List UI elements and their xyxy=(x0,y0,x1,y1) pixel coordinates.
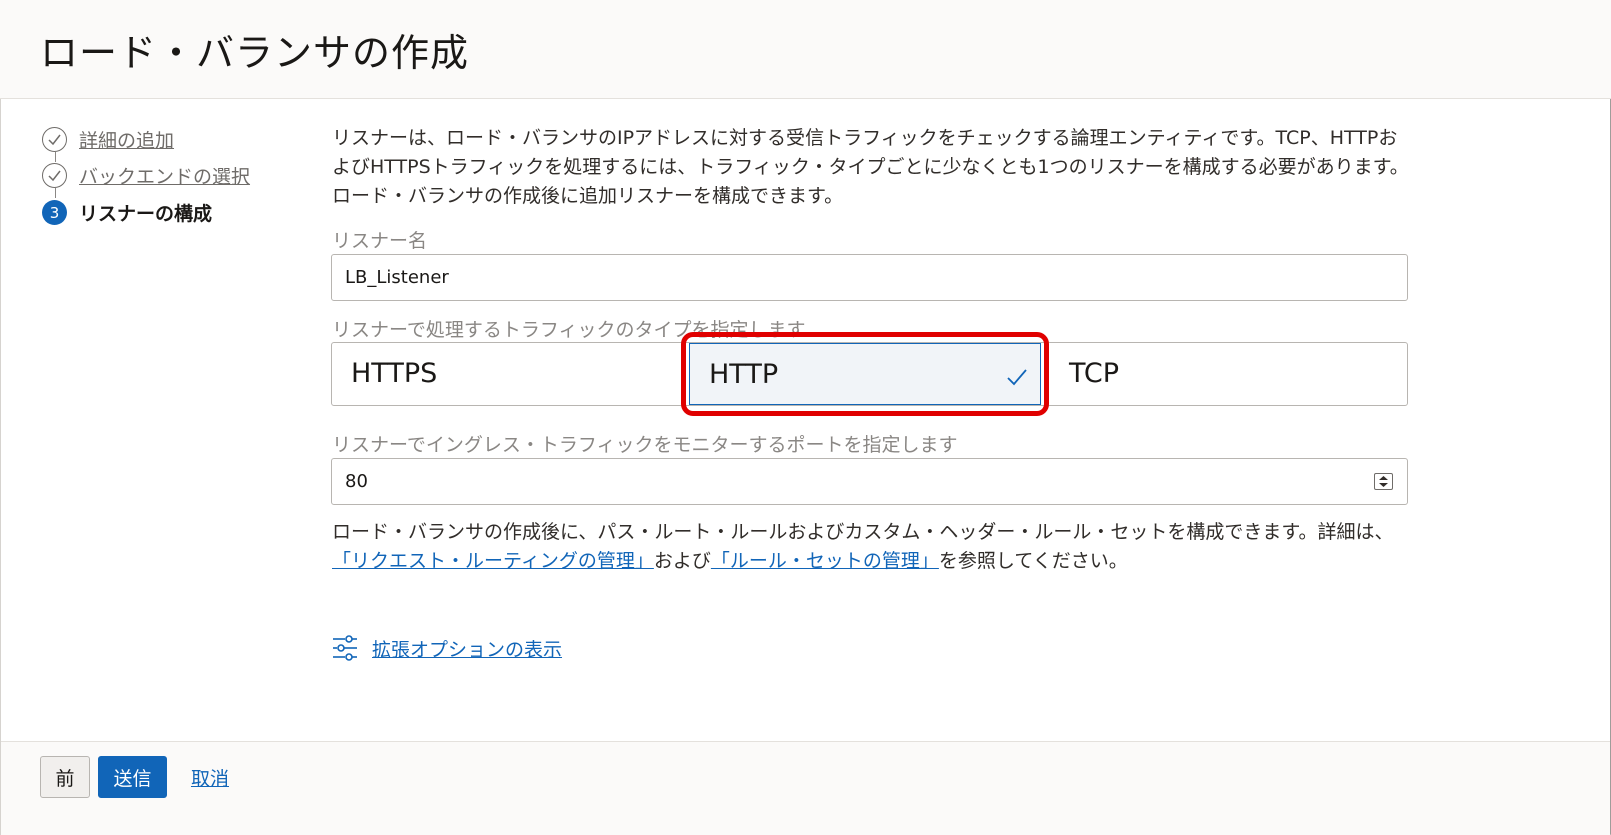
footer-bar xyxy=(1,741,1610,835)
cancel-button[interactable]: 取消 xyxy=(180,756,240,798)
step-connector xyxy=(55,152,56,162)
request-routing-link[interactable]: 「リクエスト・ルーティングの管理」 xyxy=(332,550,654,572)
page-title: ロード・バランサの作成 xyxy=(40,31,470,75)
port-label: リスナーでイングレス・トラフィックをモニターするポートを指定します xyxy=(332,434,958,456)
previous-button[interactable]: 前 xyxy=(40,756,90,798)
rule-sets-link[interactable]: 「ルール・セットの管理」 xyxy=(711,550,939,572)
step-select-backends[interactable]: バックエンドの選択 xyxy=(42,162,250,189)
annotation-highlight-box xyxy=(681,332,1049,416)
step-label: リスナーの構成 xyxy=(79,203,213,225)
note-text: を参照してください。 xyxy=(938,550,1128,572)
page-header: ロード・バランサの作成 xyxy=(0,0,1611,99)
step-configure-listener: 3 リスナーの構成 xyxy=(42,199,212,226)
spinner-arrows-icon xyxy=(1379,476,1388,487)
port-value: 80 xyxy=(345,471,368,492)
step-connector xyxy=(55,188,56,198)
sliders-icon xyxy=(333,635,357,661)
listener-description: リスナーは、ロード・バランサのIPアドレスに対する受信トラフィックをチェックする… xyxy=(332,127,1409,207)
port-input[interactable]: 80 xyxy=(331,458,1408,505)
number-spinner[interactable] xyxy=(1374,473,1393,490)
listener-name-input[interactable]: LB_Listener xyxy=(331,254,1408,301)
listener-name-label: リスナー名 xyxy=(332,230,428,252)
step-number-badge: 3 xyxy=(42,200,67,225)
show-advanced-options[interactable]: 拡張オプションの表示 xyxy=(332,634,562,662)
step-label[interactable]: 詳細の追加 xyxy=(79,126,174,153)
check-circle-icon xyxy=(42,163,67,188)
traffic-option-tcp[interactable]: TCP xyxy=(1050,343,1407,405)
step-label[interactable]: バックエンドの選択 xyxy=(79,162,250,189)
traffic-option-https[interactable]: HTTPS xyxy=(332,343,689,405)
advanced-options-label: 拡張オプションの表示 xyxy=(372,638,563,661)
note-text: ロード・バランサの作成後に、パス・ルート・ルールおよびカスタム・ヘッダー・ルール… xyxy=(332,521,1394,543)
routing-note: ロード・バランサの作成後に、パス・ルート・ルールおよびカスタム・ヘッダー・ルール… xyxy=(332,518,1412,576)
step-add-details[interactable]: 詳細の追加 xyxy=(42,126,174,153)
submit-button[interactable]: 送信 xyxy=(98,756,167,798)
check-circle-icon xyxy=(42,127,67,152)
note-text: および xyxy=(653,550,711,572)
